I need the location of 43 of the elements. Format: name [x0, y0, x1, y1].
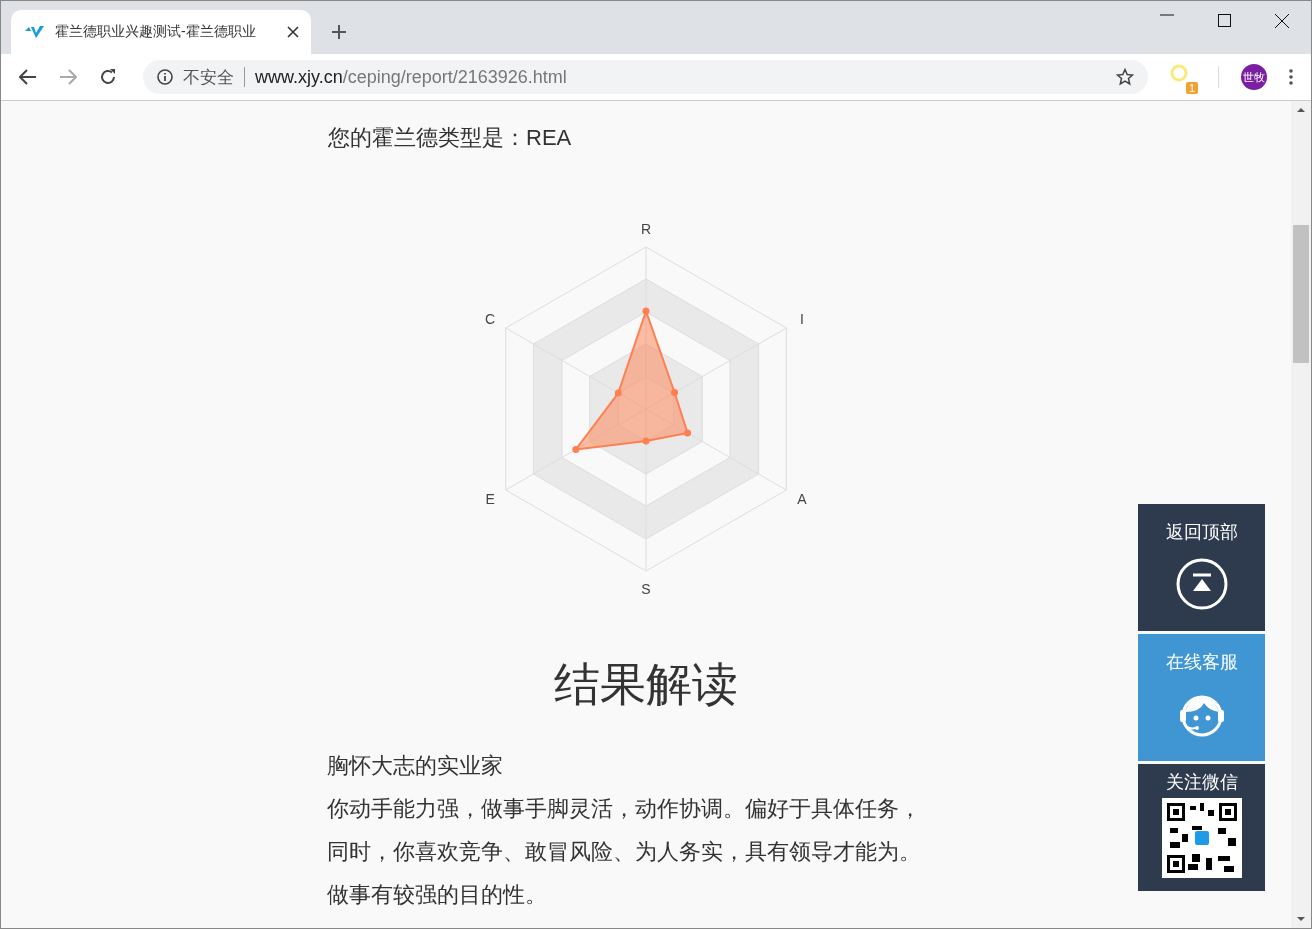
- holland-type-heading: 您的霍兰德类型是：REA: [327, 124, 573, 152]
- side-panel-button[interactable]: 返回顶部: [1138, 504, 1265, 631]
- v-logo-icon: [25, 25, 45, 39]
- section-title: 结果解读: [554, 657, 738, 712]
- reload-icon[interactable]: [99, 68, 117, 86]
- radar-data-point: [671, 389, 679, 396]
- more-menu-icon[interactable]: [1289, 69, 1293, 85]
- result-title: 胸怀大志的实业家: [327, 752, 504, 780]
- result-text: 做事有较强的目的性。: [327, 881, 548, 909]
- back-to-top-icon: [1175, 558, 1228, 610]
- axis-label: A: [797, 491, 807, 507]
- profile-avatar[interactable]: 世牧: [1241, 64, 1267, 90]
- axis-label: R: [640, 224, 652, 237]
- side-panel-button[interactable]: 关注微信: [1138, 764, 1265, 891]
- star-icon[interactable]: [1116, 68, 1134, 86]
- axis-label: S: [641, 581, 651, 597]
- tab-title: 霍兰德职业兴趣测试-霍兰德职业: [55, 23, 257, 41]
- browser-tab[interactable]: 霍兰德职业兴趣测试-霍兰德职业: [11, 10, 311, 54]
- new-tab-icon[interactable]: [331, 24, 347, 40]
- radar-data-point: [614, 389, 622, 397]
- radar-data-point: [572, 446, 580, 453]
- qr-code-icon: [1161, 798, 1242, 878]
- security-label: 不安全: [183, 66, 234, 89]
- radar-data-point: [642, 437, 650, 445]
- close-icon[interactable]: [287, 26, 299, 38]
- scroll-up-arrow-icon[interactable]: [1297, 107, 1305, 113]
- scrollbar[interactable]: [1291, 101, 1311, 928]
- axis-label: E: [485, 491, 495, 507]
- maximize-icon[interactable]: [1218, 14, 1231, 27]
- axis-label: I: [799, 311, 804, 327]
- result-text: 你动手能力强，做事手脚灵活，动作协调。偏好于具体任务，: [327, 795, 922, 823]
- info-icon: [157, 69, 173, 85]
- result-text: 同时，你喜欢竞争、敢冒风险、为人务实，具有领导才能为。: [327, 838, 922, 866]
- axis-label: C: [485, 311, 496, 327]
- extension-badge: 1: [1185, 82, 1198, 94]
- radar-data-point: [684, 429, 692, 437]
- back-arrow-icon[interactable]: [19, 69, 37, 85]
- url-text: www.xjy.cn/ceping/report/2163926.html: [255, 66, 567, 88]
- address-bar[interactable]: 不安全 www.xjy.cn/ceping/report/2163926.html: [143, 60, 1148, 94]
- close-icon[interactable]: [1275, 14, 1289, 28]
- radar-data-point: [642, 307, 650, 315]
- scroll-down-arrow-icon[interactable]: [1297, 916, 1305, 922]
- scrollbar-thumb[interactable]: [1293, 225, 1309, 363]
